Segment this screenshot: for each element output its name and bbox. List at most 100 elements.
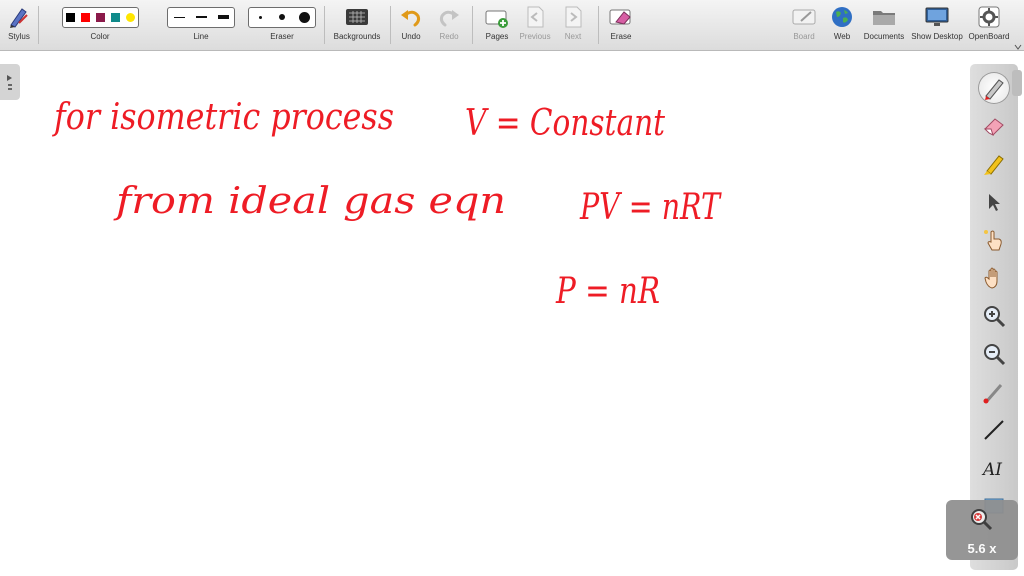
pen-tool-button[interactable] xyxy=(978,72,1010,104)
handwriting-line2-right: PV = nRT xyxy=(579,187,722,228)
highlighter-tool-button[interactable] xyxy=(978,148,1010,180)
documents-button[interactable]: Documents xyxy=(862,2,906,48)
line-width-picker[interactable] xyxy=(167,6,235,28)
settings-icon xyxy=(977,2,1001,32)
grid-background-icon xyxy=(345,2,369,32)
eraser-small-option[interactable] xyxy=(252,15,268,19)
separator xyxy=(598,6,599,44)
undo-icon xyxy=(399,2,423,32)
line-medium-option[interactable] xyxy=(193,16,209,18)
zoom-out-button[interactable] xyxy=(978,338,1010,370)
next-page-button[interactable]: Next xyxy=(556,2,590,48)
previous-page-icon xyxy=(524,2,546,32)
board-icon xyxy=(791,2,817,32)
eraser-icon xyxy=(983,118,1004,136)
laser-icon xyxy=(983,384,1003,404)
separator xyxy=(38,6,39,44)
pointer-icon xyxy=(989,194,1000,211)
eraser-size-picker[interactable] xyxy=(248,6,316,28)
next-label: Next xyxy=(564,32,582,41)
top-toolbar: Stylus Color Line Eraser Backgrounds Und… xyxy=(0,0,1024,51)
color-group: Color xyxy=(44,2,156,48)
line-group: Line xyxy=(166,2,236,48)
zoom-out-icon xyxy=(984,344,1006,366)
separator xyxy=(324,6,325,44)
web-label: Web xyxy=(833,32,851,41)
interact-tool-button[interactable] xyxy=(978,224,1010,256)
show-desktop-label: Show Desktop xyxy=(911,32,963,41)
stylus-button[interactable]: Stylus xyxy=(4,2,34,48)
board-label: Board xyxy=(793,32,815,41)
redo-label: Redo xyxy=(439,32,459,41)
line-icon xyxy=(984,420,1004,440)
documents-label: Documents xyxy=(863,32,905,41)
handwriting-line1-right: V = Constant xyxy=(465,103,665,144)
openboard-button[interactable]: OpenBoard xyxy=(966,2,1012,48)
zoom-level-text: 5.6 x xyxy=(967,541,997,556)
handwriting-line1-left: for isometric process xyxy=(51,97,394,138)
show-desktop-button[interactable]: Show Desktop xyxy=(910,2,964,48)
stylus-icon xyxy=(7,2,31,32)
previous-page-button[interactable]: Previous xyxy=(518,2,552,48)
next-page-icon xyxy=(562,2,584,32)
line-thin-option[interactable] xyxy=(171,16,187,18)
tool-palette: AI xyxy=(970,64,1018,570)
redo-icon xyxy=(437,2,461,32)
color-swatch-black[interactable] xyxy=(65,12,75,22)
eraser-group: Eraser xyxy=(246,2,318,48)
line-thick-option[interactable] xyxy=(215,15,231,19)
pen-icon xyxy=(985,79,1004,100)
openboard-label: OpenBoard xyxy=(968,32,1010,41)
color-label: Color xyxy=(90,32,110,41)
handwriting-line3: P = nR xyxy=(555,271,660,312)
pages-label: Pages xyxy=(485,32,509,41)
zoom-in-icon xyxy=(984,306,1006,328)
line-label: Line xyxy=(193,32,209,41)
color-swatch-yellow[interactable] xyxy=(125,12,135,22)
eraser-medium-option[interactable] xyxy=(274,14,290,20)
redo-button[interactable]: Redo xyxy=(434,2,464,48)
sidebar-grip-icon xyxy=(7,75,12,90)
color-swatch-maroon[interactable] xyxy=(95,12,105,22)
stylus-label: Stylus xyxy=(8,32,30,41)
text-icon: AI xyxy=(981,460,1002,480)
pages-sidebar-toggle[interactable] xyxy=(0,64,20,100)
select-tool-button[interactable] xyxy=(978,186,1010,218)
laser-tool-button[interactable] xyxy=(978,376,1010,408)
erase-board-icon xyxy=(608,2,634,32)
eraser-tool-button[interactable] xyxy=(978,110,1010,142)
web-button[interactable]: Web xyxy=(826,2,858,48)
eraser-label: Eraser xyxy=(270,32,294,41)
undo-label: Undo xyxy=(401,32,421,41)
previous-label: Previous xyxy=(519,32,551,41)
folder-icon xyxy=(871,2,897,32)
separator xyxy=(390,6,391,44)
eraser-large-option[interactable] xyxy=(296,11,312,23)
color-swatch-red[interactable] xyxy=(80,12,90,22)
svg-text:AI: AI xyxy=(981,460,1002,480)
board-button[interactable]: Board xyxy=(788,2,820,48)
zoom-in-button[interactable] xyxy=(978,300,1010,332)
zoom-indicator: 5.6 x xyxy=(946,500,1018,560)
erase-button[interactable]: Erase xyxy=(604,2,638,48)
pages-button[interactable]: Pages xyxy=(480,2,514,48)
undo-button[interactable]: Undo xyxy=(396,2,426,48)
highlighter-icon xyxy=(984,155,1004,175)
whiteboard-canvas[interactable]: for isometric process V = Constant from … xyxy=(22,51,968,576)
hand-icon xyxy=(984,267,998,289)
laser-pointer-icon xyxy=(984,230,1002,251)
handwriting-line2-left: from ideal gas eqn xyxy=(113,181,506,222)
zoom-magnifier-icon xyxy=(968,506,994,537)
text-tool-button[interactable]: AI xyxy=(978,452,1010,484)
globe-icon xyxy=(830,2,854,32)
separator xyxy=(472,6,473,44)
minimize-handle-icon[interactable] xyxy=(1014,38,1022,50)
hand-tool-button[interactable] xyxy=(978,262,1010,294)
tool-palette-scrollbar[interactable] xyxy=(1012,70,1022,96)
color-swatch-teal[interactable] xyxy=(110,12,120,22)
color-picker[interactable] xyxy=(61,6,139,28)
add-page-icon xyxy=(484,2,510,32)
line-tool-button[interactable] xyxy=(978,414,1010,446)
erase-label: Erase xyxy=(610,32,632,41)
backgrounds-button[interactable]: Backgrounds xyxy=(330,2,384,48)
